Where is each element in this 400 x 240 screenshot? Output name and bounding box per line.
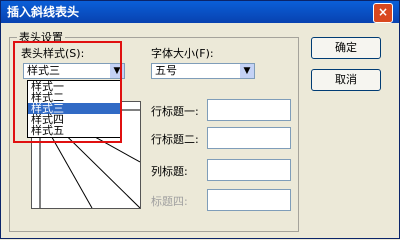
highlight-box	[13, 41, 122, 143]
row-title-1-label: 行标题一:	[151, 105, 199, 118]
font-size-label: 字体大小(F):	[151, 47, 214, 60]
cancel-button[interactable]: 取消	[311, 69, 381, 91]
row-title-2-input[interactable]	[207, 127, 291, 149]
dialog-title: 插入斜线表头	[7, 5, 80, 19]
ok-button[interactable]: 确定	[311, 37, 381, 59]
font-size-select[interactable]: 五号 ▼	[151, 63, 255, 79]
title-4-label: 标题四:	[151, 195, 188, 208]
close-icon: ×	[377, 5, 389, 19]
row-title-1-input[interactable]	[207, 99, 291, 121]
insert-diagonal-header-dialog: 插入斜线表头 × 表头设置 表头样式(S): 样式三 ▼ 样式一 样式二 样式三…	[0, 0, 400, 239]
chevron-down-icon[interactable]: ▼	[240, 64, 254, 78]
row-title-2-label: 行标题二:	[151, 133, 199, 146]
title-4-input[interactable]	[207, 189, 291, 211]
font-size-value: 五号	[155, 64, 177, 77]
close-button[interactable]: ×	[373, 3, 393, 23]
title-bar: 插入斜线表头 ×	[1, 1, 399, 23]
col-title-input[interactable]	[207, 159, 291, 181]
col-title-label: 列标题:	[151, 165, 188, 178]
